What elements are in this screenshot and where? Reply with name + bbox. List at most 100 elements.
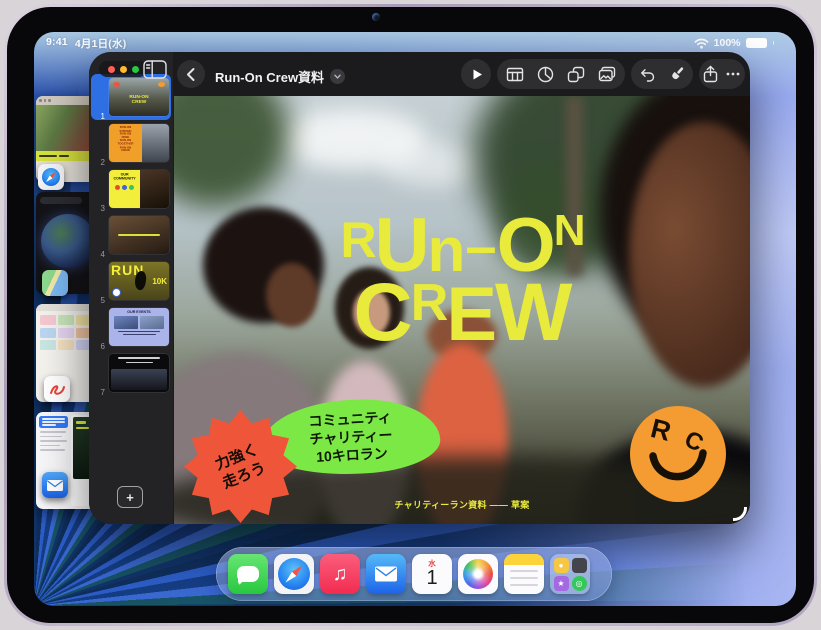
title-letter: N: [554, 211, 584, 251]
slide-1-mini-title: RUN-ON CREW: [115, 95, 163, 105]
add-slide-button[interactable]: +: [117, 486, 143, 508]
play-button[interactable]: [461, 59, 491, 89]
chart-icon: [537, 66, 554, 83]
slide-title[interactable]: RUn–ON CREW: [174, 212, 750, 350]
front-camera: [372, 13, 380, 21]
document-title-menu[interactable]: Run-On Crew資料: [215, 67, 345, 86]
table-button[interactable]: [502, 61, 528, 87]
maps-app-icon[interactable]: [42, 270, 68, 296]
slide-canvas: RUn–ON CREW コミュニティ チャリティー 10キロラン 力強く 走ろう: [174, 96, 750, 524]
edit-tools-group: [631, 59, 693, 89]
slide-5-thumbnail[interactable]: RUN 10K: [109, 262, 169, 300]
envelope-icon: [374, 565, 398, 583]
wifi-icon: [694, 38, 709, 49]
slide-thumbnail-row-3[interactable]: 3 OUR COMMUNITY: [89, 170, 173, 214]
slide-3-mini-badges: [109, 185, 140, 191]
slide-6-mini-title: OUR EVENTS: [115, 310, 163, 314]
slide-7-mini-photo: [111, 369, 167, 390]
chart-button[interactable]: [533, 61, 559, 87]
music-note-icon: ♫: [333, 563, 348, 586]
slide-navigator: 1 RUN-ON CREW 2 RUN-ON STRONG RUN-ON FRE…: [89, 52, 173, 524]
safari-app-icon[interactable]: [38, 164, 64, 190]
minimize-window-dot[interactable]: [120, 66, 127, 73]
safari-dock-icon[interactable]: [274, 554, 314, 594]
slide-3-mini-panel: OUR COMMUNITY: [109, 170, 140, 208]
app-library-tile-purple: ★: [554, 576, 569, 591]
app-library-tile-yellow: ●: [554, 558, 569, 573]
slide-2-thumbnail[interactable]: RUN-ON STRONG RUN-ON FREE RUN-ON TOGETHE…: [109, 124, 169, 162]
document-title: Run-On Crew資料: [215, 67, 324, 86]
calendar-app-icon[interactable]: 水 1: [412, 554, 452, 594]
community-badge-line: 10キロラン: [316, 444, 388, 466]
battery-percent: 100%: [714, 37, 741, 49]
undo-icon: [638, 66, 656, 83]
slide-thumbnail-row-4[interactable]: 4: [89, 216, 173, 260]
undo-button[interactable]: [634, 61, 660, 87]
media-icon: [598, 66, 616, 83]
ipad-screen: 9:41 4月1日(水) 100%: [34, 32, 796, 606]
photo-foliage: [174, 96, 289, 207]
battery-icon: [746, 38, 767, 48]
slide-number: 5: [93, 296, 105, 305]
messages-app-icon[interactable]: [228, 554, 268, 594]
insert-tools-group: [497, 59, 625, 89]
share-button[interactable]: [700, 61, 722, 87]
mail-dock-icon[interactable]: [366, 554, 406, 594]
title-letter: R: [411, 280, 447, 327]
slide-1-thumbnail[interactable]: RUN-ON CREW: [109, 78, 169, 116]
title-letter: W: [495, 276, 570, 350]
slide-3-thumbnail[interactable]: OUR COMMUNITY: [109, 170, 169, 208]
slide-3-mini-photo: [140, 170, 169, 208]
notes-line: [510, 584, 538, 586]
slide-navigator-toggle-button[interactable]: [142, 59, 168, 80]
freeform-app-icon[interactable]: [44, 376, 70, 402]
more-button[interactable]: [722, 61, 744, 87]
music-app-icon[interactable]: ♫: [320, 554, 360, 594]
slide-thumbnail-row-7[interactable]: 7: [89, 354, 173, 398]
slide-7-thumbnail[interactable]: [109, 354, 169, 392]
app-library-icon[interactable]: ● ★ ◎: [550, 554, 590, 594]
slide-4-thumbnail[interactable]: [109, 216, 169, 254]
plus-icon: +: [126, 490, 134, 505]
app-library-tile-green: ◎: [572, 576, 587, 591]
media-button[interactable]: [594, 61, 620, 87]
chat-bubble-icon: [237, 566, 259, 582]
safari-thumb-banner: [36, 151, 96, 161]
logo-letter-r: R: [648, 413, 674, 448]
window-controls[interactable]: [99, 61, 147, 77]
slide-2-mini-photo: [142, 124, 169, 162]
freeform-thumb-board: [36, 311, 96, 354]
share-tools-group: [699, 59, 745, 89]
slide-thumbnail-row-6[interactable]: 6 OUR EVENTS: [89, 308, 173, 352]
slide-thumbnail-row-5[interactable]: 5 RUN 10K: [89, 262, 173, 306]
shapes-button[interactable]: [563, 61, 589, 87]
slide-number: 4: [93, 250, 105, 259]
title-disclosure-button[interactable]: [330, 69, 345, 84]
safari-thumb-photo: [36, 105, 96, 151]
slide-number: 7: [93, 388, 105, 397]
status-date: 4月1日(水): [75, 36, 127, 51]
compass-icon: [278, 558, 310, 590]
slide-title-line2: CREW: [174, 276, 750, 350]
photos-app-icon[interactable]: [458, 554, 498, 594]
format-brush-button[interactable]: [664, 61, 690, 87]
motivation-sticker-text: 力強く 走ろう: [212, 440, 268, 493]
notes-app-icon[interactable]: [504, 554, 544, 594]
close-window-dot[interactable]: [108, 66, 115, 73]
back-button[interactable]: [177, 60, 205, 88]
rc-smiley-logo[interactable]: R C: [630, 406, 726, 502]
slide-thumbnail-row-1[interactable]: 1 RUN-ON CREW: [89, 78, 173, 122]
play-icon: [469, 67, 484, 82]
zoom-window-dot[interactable]: [132, 66, 139, 73]
slide-number: 6: [93, 342, 105, 351]
flower-icon: [463, 559, 493, 589]
slide-6-thumbnail[interactable]: OUR EVENTS: [109, 308, 169, 346]
slide-number: 2: [93, 158, 105, 167]
mail-app-icon[interactable]: [42, 472, 68, 498]
sidebar-icon: [143, 60, 167, 79]
slide-thumbnail-row-2[interactable]: 2 RUN-ON STRONG RUN-ON FREE RUN-ON TOGET…: [89, 124, 173, 168]
table-icon: [506, 66, 524, 83]
safari-thumb-titlebar: [36, 96, 96, 105]
title-letter: R: [341, 218, 375, 263]
slide-2-mini-text: RUN-ON STRONG RUN-ON FREE RUN-ON TOGETHE…: [114, 126, 136, 152]
